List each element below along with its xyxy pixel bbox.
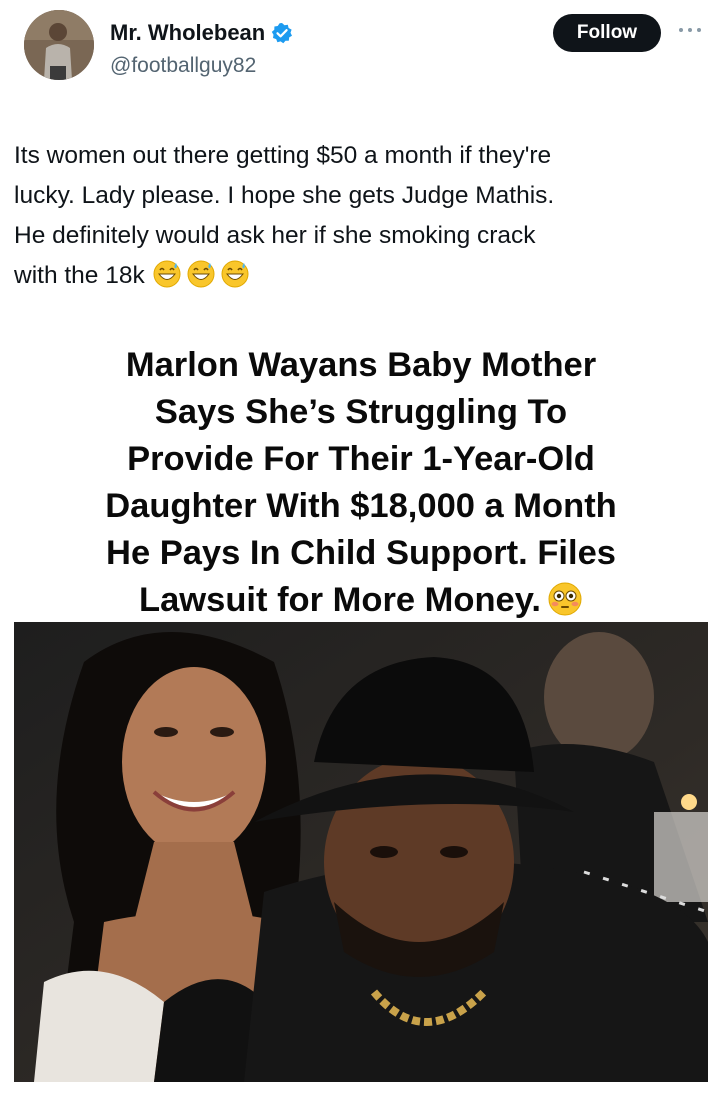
grinning-sweat-emoji	[187, 260, 215, 288]
avatar[interactable]	[24, 10, 94, 80]
news-photo[interactable]	[14, 622, 708, 1082]
headline-line: Daughter With $18,000 a Month	[105, 487, 617, 525]
card-headline: Marlon Wayans Baby Mother Says She’s Str…	[14, 342, 708, 624]
author-handle[interactable]: @footballguy82	[110, 54, 256, 78]
tweet-line: lucky. Lady please. I hope she gets Judg…	[14, 182, 555, 209]
headline-line: Marlon Wayans Baby Mother	[125, 346, 597, 384]
headline-line-last: Lawsuit for More Money.	[14, 577, 708, 624]
grinning-sweat-emoji	[221, 260, 249, 288]
follow-button[interactable]: Follow	[553, 14, 661, 52]
headline-line: Provide For Their 1-Year-Old	[127, 440, 595, 478]
flushed-face-emoji	[548, 582, 582, 616]
headline-line: He Pays In Child Support. Files	[106, 534, 616, 572]
author-name-row: Mr. Wholebean	[110, 20, 293, 46]
tweet-line: Its women out there getting $50 a month …	[14, 142, 552, 169]
headline-line: Lawsuit for More Money.	[139, 581, 541, 619]
author-display-name[interactable]: Mr. Wholebean	[110, 20, 265, 46]
tweet-line-last: with the 18k	[14, 256, 704, 296]
tweet-line: with the 18k	[14, 262, 145, 289]
tweet-text: Its women out there getting $50 a month …	[14, 136, 704, 296]
embedded-image-card[interactable]: Marlon Wayans Baby Mother Says She’s Str…	[14, 330, 708, 1094]
headline-line: Says She’s Struggling To	[154, 393, 568, 431]
tweet-line: He definitely would ask her if she smoki…	[14, 222, 536, 249]
verified-badge-icon	[272, 23, 293, 44]
tweet-header: Mr. Wholebean @footballguy82 Follow	[0, 0, 720, 100]
more-dots-icon[interactable]	[676, 20, 704, 40]
grinning-sweat-emoji	[153, 260, 181, 288]
